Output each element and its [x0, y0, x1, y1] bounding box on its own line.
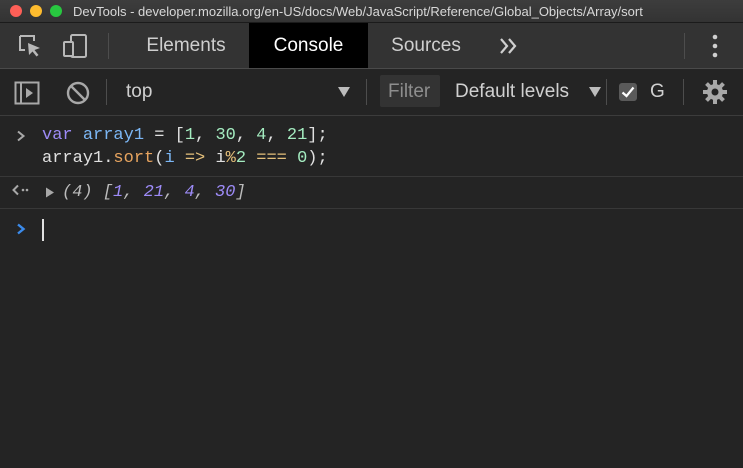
console-result-entry: (4) [1, 21, 4, 30] [0, 177, 743, 209]
filter-input[interactable]: Filter [380, 75, 440, 107]
tab-sources[interactable]: Sources [370, 23, 482, 68]
dropdown-arrow-icon[interactable] [337, 86, 351, 98]
kebab-menu-icon[interactable] [705, 33, 725, 59]
filter-placeholder: Filter [388, 81, 431, 102]
maximize-window-button[interactable] [50, 5, 62, 17]
menu-divider [684, 33, 685, 59]
more-tabs-icon[interactable] [497, 35, 521, 57]
panel-tab-bar: Elements Console Sources [0, 23, 743, 69]
log-levels-dropdown[interactable]: Default levels [455, 81, 569, 103]
array-value: 1 [113, 183, 124, 202]
array-length: (4) [62, 183, 93, 202]
prompt-chevron-icon [17, 223, 26, 235]
array-value: 4 [184, 183, 195, 202]
array-preview[interactable]: (4) [1, 21, 4, 30] [62, 183, 246, 202]
code-line: var array1 = [1, 30, 4, 21]; [42, 126, 328, 145]
clear-console-icon[interactable] [65, 80, 91, 106]
minimize-window-button[interactable] [30, 5, 42, 17]
toolbar-divider [606, 79, 607, 105]
close-window-button[interactable] [10, 5, 22, 17]
group-similar-label: G [650, 81, 665, 102]
device-toggle-icon[interactable] [62, 33, 88, 59]
input-chevron-icon [17, 130, 26, 142]
array-value: 21 [143, 183, 165, 202]
tab-elements[interactable]: Elements [124, 23, 248, 68]
dropdown-arrow-icon[interactable] [588, 86, 602, 98]
title-bar: DevTools - developer.mozilla.org/en-US/d… [0, 0, 743, 23]
toolbar-divider [106, 79, 107, 105]
inspect-icon[interactable] [17, 33, 43, 59]
code-line: array1.sort(i => i%2 === 0); [42, 149, 328, 168]
group-similar-checkbox[interactable] [619, 83, 637, 101]
devtools-window: DevTools - developer.mozilla.org/en-US/d… [0, 0, 743, 468]
settings-gear-icon[interactable] [702, 79, 728, 105]
toolbar-divider [683, 79, 684, 105]
console-prompt[interactable] [0, 209, 743, 249]
tab-divider [108, 33, 109, 59]
tab-console[interactable]: Console [249, 23, 368, 68]
toolbar-divider [366, 79, 367, 105]
array-value: 30 [215, 183, 236, 202]
text-cursor [42, 219, 44, 241]
window-title: DevTools - developer.mozilla.org/en-US/d… [73, 4, 643, 19]
console-toolbar: top Filter Default levels G [0, 69, 743, 116]
sidebar-toggle-icon[interactable] [14, 80, 40, 106]
return-arrow-icon [12, 184, 29, 196]
checkmark-icon [621, 86, 635, 98]
expand-triangle-icon[interactable] [45, 187, 55, 198]
console-input-entry: var array1 = [1, 30, 4, 21]; array1.sort… [0, 116, 743, 177]
context-selector[interactable]: top [126, 81, 152, 103]
console-panel[interactable]: var array1 = [1, 30, 4, 21]; array1.sort… [0, 116, 743, 468]
